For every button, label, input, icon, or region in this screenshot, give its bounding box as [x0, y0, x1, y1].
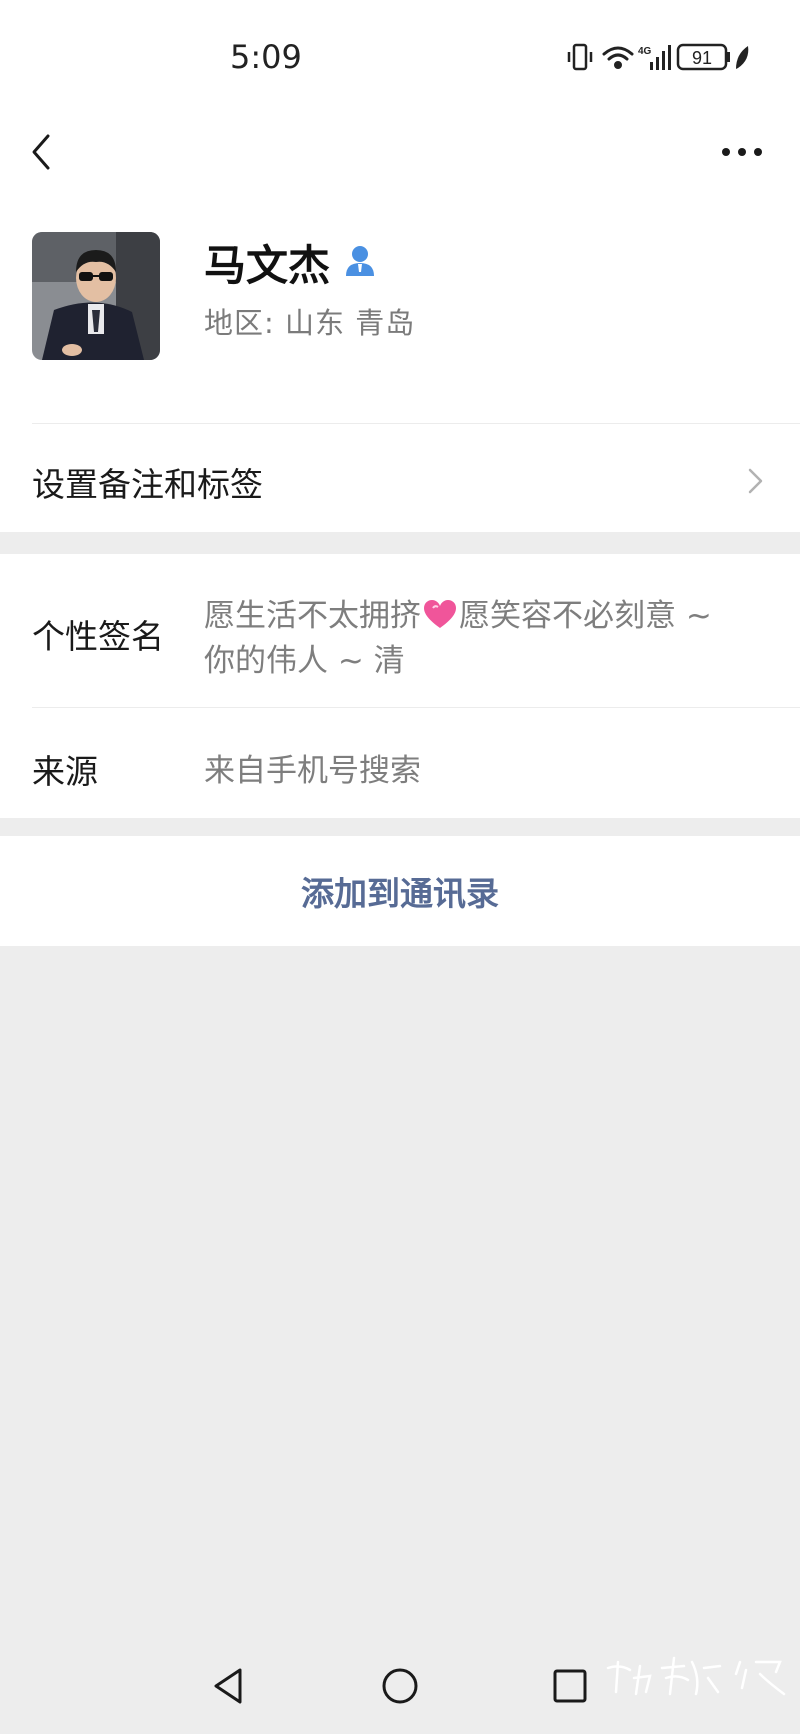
person-icon [344, 244, 376, 278]
watermark-signature-graphic [606, 1656, 786, 1696]
source-value: 来自手机号搜索 [204, 753, 421, 789]
back-button[interactable] [24, 130, 64, 174]
svg-text:91: 91 [692, 48, 712, 68]
status-time: 5:09 [230, 38, 302, 76]
contact-name: 马文杰 [204, 241, 331, 290]
signature-text-a: 愿生活不太拥挤 [204, 598, 421, 634]
chevron-left-icon [32, 134, 50, 170]
signature-line-1: 愿生活不太拥挤 愿笑容不必刻意 ~ [204, 590, 712, 635]
heart-icon [423, 600, 457, 630]
vibrate-icon [567, 43, 593, 71]
source-label: 来源 [32, 752, 98, 791]
battery-icon: 91 [676, 43, 730, 71]
region-text: 地区: 山东 青岛 [204, 306, 416, 340]
signal-icon: 4G [638, 45, 671, 70]
leaf-icon [736, 46, 749, 69]
signature-text-b: 愿笑容不必刻意 ~ [459, 598, 712, 634]
more-dots-icon [722, 148, 762, 156]
wifi-icon [602, 46, 634, 69]
signature-line-2: 你的伟人 ~ 清 [204, 643, 405, 679]
remark-tag-label: 设置备注和标签 [32, 465, 263, 504]
svg-text:4G: 4G [638, 46, 652, 57]
add-to-contacts-button[interactable]: 添加到通讯录 [0, 836, 800, 946]
watermark [600, 1648, 790, 1704]
back-triangle-icon[interactable] [206, 1664, 250, 1708]
status-icons: 4G 91 [566, 42, 786, 76]
more-button[interactable] [720, 142, 764, 162]
signature-label: 个性签名 [32, 617, 164, 656]
recents-square-icon[interactable] [548, 1664, 592, 1708]
divider [32, 707, 800, 708]
home-circle-icon[interactable] [378, 1664, 422, 1708]
chevron-right-icon [746, 466, 766, 496]
avatar[interactable] [32, 232, 160, 360]
